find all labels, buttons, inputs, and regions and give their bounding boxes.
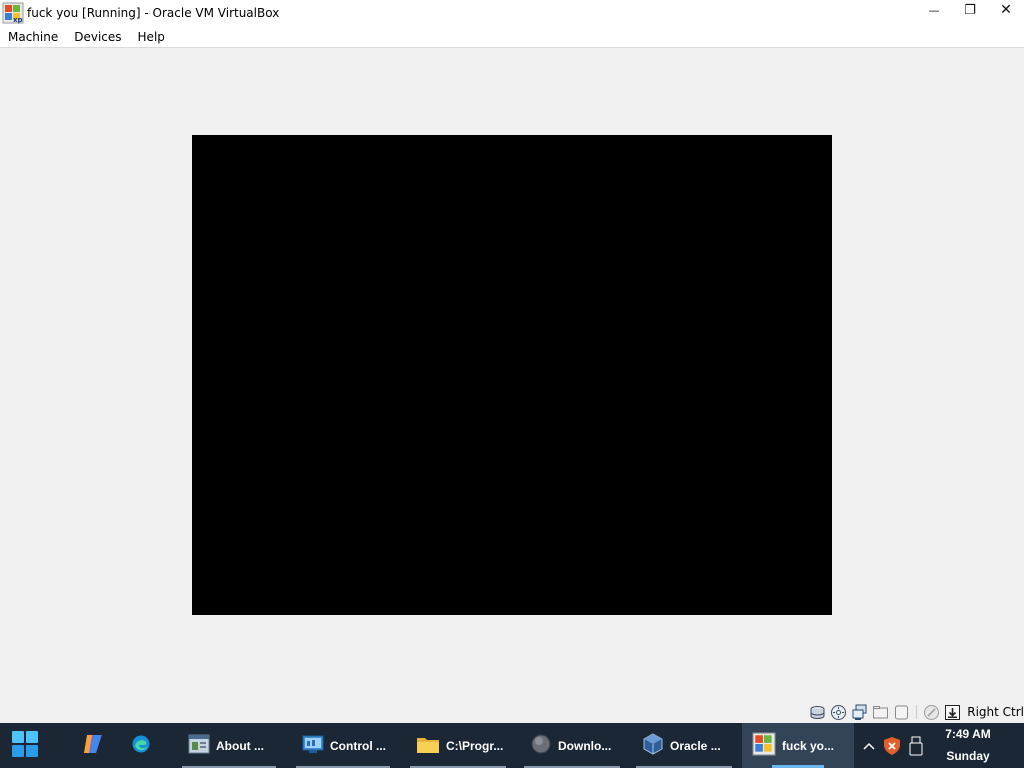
edge-icon (131, 734, 151, 758)
window-titlebar[interactable]: xp fuck you [Running] - Oracle VM Virtua… (0, 0, 1024, 26)
windows-xp-vm-icon: xp (2, 2, 24, 24)
start-button[interactable] (6, 723, 44, 768)
menu-machine[interactable]: Machine (0, 26, 66, 48)
svg-text:xp: xp (13, 16, 23, 24)
hard-disk-icon[interactable] (809, 704, 826, 721)
clock-day: Sunday (946, 749, 990, 763)
taskbar-task-about[interactable]: About ... (178, 723, 280, 768)
close-icon: ✕ (1000, 2, 1012, 18)
minimize-icon: — (928, 3, 940, 17)
menu-bar: Machine Devices Help (0, 26, 1024, 48)
display-icon[interactable] (893, 704, 910, 721)
taskbar-task-label: C:\Progr... (446, 738, 504, 753)
mouse-integration-icon[interactable] (923, 704, 940, 721)
taskbar-task-label: Oracle ... (670, 738, 721, 753)
start-icon (11, 730, 39, 762)
host-key-label: Right Ctrl (967, 705, 1024, 719)
vm-status-bar: Right Ctrl (0, 701, 1024, 723)
window-controls: — ❐ ✕ (916, 0, 1024, 26)
network-icon[interactable] (851, 704, 868, 721)
usb-device-icon[interactable] (904, 723, 928, 768)
windows-xp-vm-icon (752, 732, 776, 760)
vm-screen[interactable] (192, 135, 832, 615)
close-button[interactable]: ✕ (988, 0, 1024, 20)
taskbar-task-label: Downlo... (558, 738, 612, 753)
taskbar-task-label: Control ... (330, 738, 386, 753)
security-shield-icon[interactable] (880, 723, 904, 768)
taskbar-clock[interactable]: 7:49 AM Sunday (940, 723, 996, 768)
minimize-button[interactable]: — (916, 0, 952, 20)
edge-button[interactable] (122, 723, 160, 768)
vm-display-area (0, 49, 1024, 701)
shared-folders-icon[interactable] (872, 704, 889, 721)
taskbar-task-label: fuck yo... (782, 738, 835, 753)
taskbar-task-virtualbox[interactable]: Oracle ... (632, 723, 736, 768)
status-icons: Right Ctrl (809, 703, 1024, 721)
menu-help[interactable]: Help (130, 26, 173, 48)
folder-icon (416, 734, 440, 758)
status-separator (916, 705, 918, 719)
clock-time: 7:49 AM (945, 727, 991, 741)
menu-devices[interactable]: Devices (66, 26, 129, 48)
keyboard-capture-icon[interactable] (944, 704, 961, 721)
optical-drive-icon[interactable] (830, 704, 847, 721)
download-icon (530, 734, 552, 758)
control-panel-icon (302, 734, 324, 758)
restore-button[interactable]: ❐ (952, 0, 988, 20)
system-tray (858, 723, 928, 768)
window-title: fuck you [Running] - Oracle VM VirtualBo… (27, 6, 280, 20)
taskbar-task-vm-window[interactable]: fuck yo... (742, 723, 854, 768)
taskbar-task-label: About ... (216, 738, 264, 753)
restore-icon: ❐ (964, 2, 976, 18)
show-hidden-icons-chevron[interactable] (858, 723, 880, 768)
taskbar-task-downloads[interactable]: Downlo... (520, 723, 624, 768)
taskbar: About ... Control ... C:\Progr... Downlo… (0, 723, 1024, 768)
taskbar-task-folder[interactable]: C:\Progr... (406, 723, 510, 768)
about-window-icon (188, 734, 210, 758)
copilot-icon (81, 732, 105, 760)
virtualbox-icon (642, 732, 664, 759)
copilot-button[interactable] (74, 723, 112, 768)
taskbar-task-control-panel[interactable]: Control ... (292, 723, 394, 768)
